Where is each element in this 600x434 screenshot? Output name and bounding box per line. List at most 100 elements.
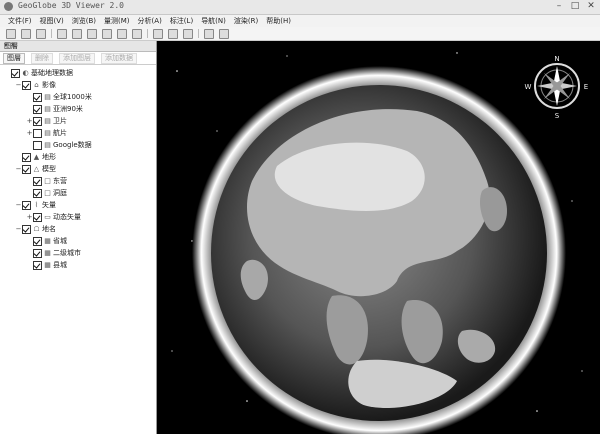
toolbar-button[interactable] [57,28,67,39]
expand-toggle[interactable]: + [26,129,33,137]
toolbar-button[interactable] [117,28,127,39]
image-layer-icon: ▤ [44,116,51,125]
layer-node[interactable]: − ⌂ 影像 [15,80,56,90]
toolbar-button[interactable] [183,28,193,39]
layer-node[interactable]: ▲ 地形 [15,152,56,162]
layer-label: 模型 [42,165,56,173]
layer-node[interactable]: + ▤ 航片 [26,128,67,138]
toolbar-button[interactable] [21,28,31,39]
layer-node[interactable]: + ▭ 动态矢量 [26,212,81,222]
expand-toggle[interactable]: − [15,225,22,233]
toolbar-button[interactable] [204,28,214,39]
layer-visibility-checkbox[interactable] [33,260,42,270]
model-layer-icon: □ [44,188,51,197]
menu-view[interactable]: 视图(V) [40,15,64,27]
layer-node[interactable]: □ 洞庭 [26,188,67,198]
menu-help[interactable]: 帮助(H) [266,15,291,27]
layer-visibility-checkbox[interactable] [22,164,31,174]
toolbar-button[interactable] [219,28,229,39]
layer-node[interactable]: − ☖ 地名 [15,224,56,234]
layer-node[interactable]: − △ 模型 [15,164,56,174]
layer-node[interactable]: □ 东营 [26,176,67,186]
layer-node[interactable]: ▦ 县城 [26,260,67,270]
layer-visibility-checkbox[interactable] [33,248,42,258]
layer-node[interactable]: ◐ 基础地理数据 [4,68,73,78]
folder-icon: ⌂ [34,80,39,89]
layer-label: 动态矢量 [53,213,81,221]
layer-toolbar: 图層 删除 添加图层 添加数据 [0,52,156,65]
toolbar-button[interactable] [36,28,46,39]
image-layer-icon: ▤ [44,104,51,113]
window-controls: – □ ✕ [554,1,596,11]
placename-icon: ☖ [33,224,40,233]
globe-view[interactable]: N E S W [157,41,600,434]
layer-visibility-checkbox[interactable] [22,80,31,90]
layer-label: 地名 [42,225,56,233]
menu-file[interactable]: 文件(F) [8,15,32,27]
toolbar-button[interactable] [168,28,178,39]
layer-visibility-checkbox[interactable] [22,224,31,234]
add-data-button[interactable]: 添加数据 [101,52,137,64]
menu-render[interactable]: 渲染(R) [234,15,258,27]
menu-browse[interactable]: 浏览(B) [72,15,96,27]
globe-canvas[interactable]: N E S W [157,41,600,434]
panel-controls[interactable]: ▾ ✕ [4,41,153,49]
maximize-button[interactable]: □ [570,1,580,11]
layer-visibility-checkbox[interactable] [33,188,42,198]
layer-visibility-checkbox[interactable] [22,152,31,162]
window-title: GeoGlobe 3D Viewer 2.0 [18,1,124,10]
vector-layer-icon: ▭ [44,212,51,221]
toolbar-button[interactable] [102,28,112,39]
menu-label[interactable]: 标注(L) [170,15,193,27]
layer-node[interactable]: ▤ 全球1000米 [26,92,92,102]
toolbar-button[interactable] [6,28,16,39]
layer-node[interactable]: ▤ 亚洲90米 [26,104,83,114]
layer-node[interactable]: ▦ 二级城市 [26,248,81,258]
model-icon: △ [33,164,40,173]
layer-visibility-checkbox[interactable] [33,128,42,138]
toolbar-button[interactable] [153,28,163,39]
layer-node[interactable]: − ⌇ 矢量 [15,200,56,210]
terrain-icon: ▲ [33,152,40,161]
layer-visibility-checkbox[interactable] [11,68,20,78]
layers-tool-button[interactable]: 图層 [3,52,25,64]
menu-navigate[interactable]: 导航(N) [201,15,226,27]
layer-visibility-checkbox[interactable] [33,140,42,150]
menu-analysis[interactable]: 分析(A) [138,15,162,27]
minimize-button[interactable]: – [554,1,564,11]
image-layer-icon: ▤ [44,128,51,137]
toolbar-button[interactable] [72,28,82,39]
layer-visibility-checkbox[interactable] [33,104,42,114]
expand-toggle[interactable]: + [26,117,33,125]
compass-west-label: W [525,83,532,91]
close-button[interactable]: ✕ [586,1,596,11]
menu-measure[interactable]: 量测(M) [104,15,130,27]
layer-visibility-checkbox[interactable] [33,236,42,246]
compass-rose[interactable]: N E S W [525,55,589,120]
delete-tool-button[interactable]: 删除 [31,52,53,64]
toolbar-button[interactable] [132,28,142,39]
layer-visibility-checkbox[interactable] [22,200,31,210]
layer-label: 基础地理数据 [31,69,73,77]
add-layer-button[interactable]: 添加图层 [59,52,95,64]
layer-node[interactable]: ▤ Google数据 [26,140,92,150]
model-layer-icon: □ [44,176,51,185]
layer-label: 东营 [53,177,67,185]
layer-node[interactable]: ▦ 省城 [26,236,67,246]
layer-node[interactable]: + ▤ 卫片 [26,116,67,126]
layer-visibility-checkbox[interactable] [33,176,42,186]
expand-toggle[interactable]: − [15,165,22,173]
layer-label: 亚洲90米 [53,105,83,113]
layer-visibility-checkbox[interactable] [33,92,42,102]
toolbar-button[interactable] [87,28,97,39]
layer-label: 卫片 [53,117,67,125]
layer-visibility-checkbox[interactable] [33,116,42,126]
expand-toggle[interactable]: − [15,201,22,209]
layer-panel-header: 图層 ▾ ✕ [0,41,156,52]
expand-toggle[interactable]: − [15,81,22,89]
layer-visibility-checkbox[interactable] [33,212,42,222]
layer-label: 航片 [53,129,67,137]
toolbar-separator [147,29,148,38]
expand-toggle[interactable]: + [26,213,33,221]
placename-layer-icon: ▦ [44,260,51,269]
